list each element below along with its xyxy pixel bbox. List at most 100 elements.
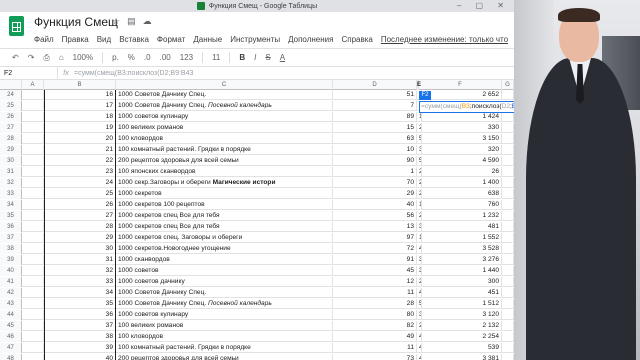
- cell-a[interactable]: [22, 233, 44, 243]
- row-header[interactable]: 27: [0, 123, 22, 133]
- cell-b[interactable]: 39: [44, 343, 116, 353]
- italic-button[interactable]: I: [254, 53, 256, 62]
- cell-f[interactable]: 2 254: [419, 332, 502, 342]
- cell-f[interactable]: 1 400: [419, 178, 502, 188]
- cell-a[interactable]: [22, 255, 44, 265]
- increase-decimal-button[interactable]: .00: [160, 53, 171, 62]
- row-header[interactable]: 39: [0, 255, 22, 265]
- spreadsheet-grid[interactable]: A B C D E F G 24 16 1000 Советов Дачнику С…: [0, 80, 514, 360]
- cell-g[interactable]: [502, 189, 514, 199]
- cell-c[interactable]: 1000 Советов Дачнику Спец. Посевной кале…: [116, 101, 333, 111]
- cell-g[interactable]: [502, 167, 514, 177]
- cell-b[interactable]: 37: [44, 321, 116, 331]
- cell-g[interactable]: [502, 222, 514, 232]
- cell-g[interactable]: [502, 134, 514, 144]
- cell-c[interactable]: 1000 советов кулинару: [116, 112, 333, 122]
- menu-addons[interactable]: Дополнения: [288, 35, 333, 44]
- cell-a[interactable]: [22, 200, 44, 210]
- cell-b[interactable]: 21: [44, 145, 116, 155]
- cell-b[interactable]: 40: [44, 354, 116, 360]
- cell-a[interactable]: [22, 189, 44, 199]
- cell-b[interactable]: 22: [44, 156, 116, 166]
- column-header-g[interactable]: G: [502, 80, 514, 90]
- row-header[interactable]: 47: [0, 343, 22, 353]
- cell-b[interactable]: 38: [44, 332, 116, 342]
- cell-b[interactable]: 36: [44, 310, 116, 320]
- cell-b[interactable]: 20: [44, 134, 116, 144]
- cell-d[interactable]: 49: [333, 332, 417, 342]
- currency-button[interactable]: р.: [112, 53, 119, 62]
- menu-edit[interactable]: Правка: [62, 35, 89, 44]
- cell-d[interactable]: 10: [333, 145, 417, 155]
- cell-g[interactable]: [502, 277, 514, 287]
- formula-input[interactable]: =сумм(смещ(B3;поисклоз(D2;B9:B43: [74, 70, 193, 77]
- row-header[interactable]: 40: [0, 266, 22, 276]
- row-header[interactable]: 48: [0, 354, 22, 360]
- column-header-f[interactable]: F: [419, 80, 502, 90]
- column-header-d[interactable]: D: [333, 80, 417, 90]
- decrease-decimal-button[interactable]: .0: [144, 53, 151, 62]
- cell-c[interactable]: 1000 советов дачнику: [116, 277, 333, 287]
- cell-c[interactable]: 100 великих романов: [116, 123, 333, 133]
- cell-d[interactable]: 89: [333, 112, 417, 122]
- column-header-a[interactable]: A: [22, 80, 44, 90]
- cell-d[interactable]: 40: [333, 200, 417, 210]
- cell-f[interactable]: 3 381: [419, 354, 502, 360]
- cell-g[interactable]: [502, 145, 514, 155]
- cell-b[interactable]: 30: [44, 244, 116, 254]
- cell-d[interactable]: 90: [333, 156, 417, 166]
- cell-c[interactable]: 1000 Советов Дачнику Спец.: [116, 288, 333, 298]
- cell-f[interactable]: 2 652: [419, 90, 502, 100]
- cell-g[interactable]: [502, 233, 514, 243]
- cell-a[interactable]: [22, 112, 44, 122]
- row-header[interactable]: 44: [0, 310, 22, 320]
- cell-f[interactable]: 539: [419, 343, 502, 353]
- cell-d[interactable]: 12: [333, 277, 417, 287]
- cell-g[interactable]: [502, 332, 514, 342]
- cell-a[interactable]: [22, 101, 44, 111]
- cell-a[interactable]: [22, 90, 44, 100]
- cell-g[interactable]: [502, 90, 514, 100]
- star-icon[interactable]: ☆: [112, 16, 120, 27]
- more-formats-button[interactable]: 123: [180, 53, 193, 62]
- menu-tools[interactable]: Инструменты: [230, 35, 280, 44]
- cell-g[interactable]: [502, 244, 514, 254]
- undo-icon[interactable]: ↶: [12, 53, 19, 62]
- cell-a[interactable]: [22, 145, 44, 155]
- row-header[interactable]: 34: [0, 200, 22, 210]
- cell-d[interactable]: 63: [333, 134, 417, 144]
- cell-g[interactable]: [502, 354, 514, 360]
- cell-g[interactable]: [502, 211, 514, 221]
- cell-a[interactable]: [22, 299, 44, 309]
- cell-f[interactable]: 2 132: [419, 321, 502, 331]
- cell-g[interactable]: [502, 112, 514, 122]
- strikethrough-button[interactable]: S: [265, 53, 270, 62]
- percent-button[interactable]: %: [128, 53, 135, 62]
- cell-f[interactable]: 1 512: [419, 299, 502, 309]
- cell-d[interactable]: 13: [333, 222, 417, 232]
- cell-d[interactable]: 7: [333, 101, 417, 111]
- cell-b[interactable]: 33: [44, 277, 116, 287]
- cell-f[interactable]: 1 440: [419, 266, 502, 276]
- cell-g[interactable]: [502, 266, 514, 276]
- cell-a[interactable]: [22, 332, 44, 342]
- doc-title[interactable]: Функция Смещ: [34, 15, 118, 29]
- row-header[interactable]: 33: [0, 189, 22, 199]
- cell-a[interactable]: [22, 266, 44, 276]
- cell-a[interactable]: [22, 134, 44, 144]
- column-header-c[interactable]: C: [116, 80, 333, 90]
- cell-f[interactable]: 1 552: [419, 233, 502, 243]
- cell-c[interactable]: 1000 советов: [116, 266, 333, 276]
- cell-d[interactable]: 80: [333, 310, 417, 320]
- menu-view[interactable]: Вид: [97, 35, 111, 44]
- row-header[interactable]: 28: [0, 134, 22, 144]
- cell-c[interactable]: 1000 секретов.Новогоднее угощение: [116, 244, 333, 254]
- cell-b[interactable]: 31: [44, 255, 116, 265]
- cell-g[interactable]: [502, 343, 514, 353]
- cell-a[interactable]: [22, 167, 44, 177]
- cell-f[interactable]: 320: [419, 145, 502, 155]
- cell-a[interactable]: [22, 321, 44, 331]
- cell-c[interactable]: 1000 Советов Дачнику Спец.: [116, 90, 333, 100]
- row-header[interactable]: 24: [0, 90, 22, 100]
- cell-a[interactable]: [22, 211, 44, 221]
